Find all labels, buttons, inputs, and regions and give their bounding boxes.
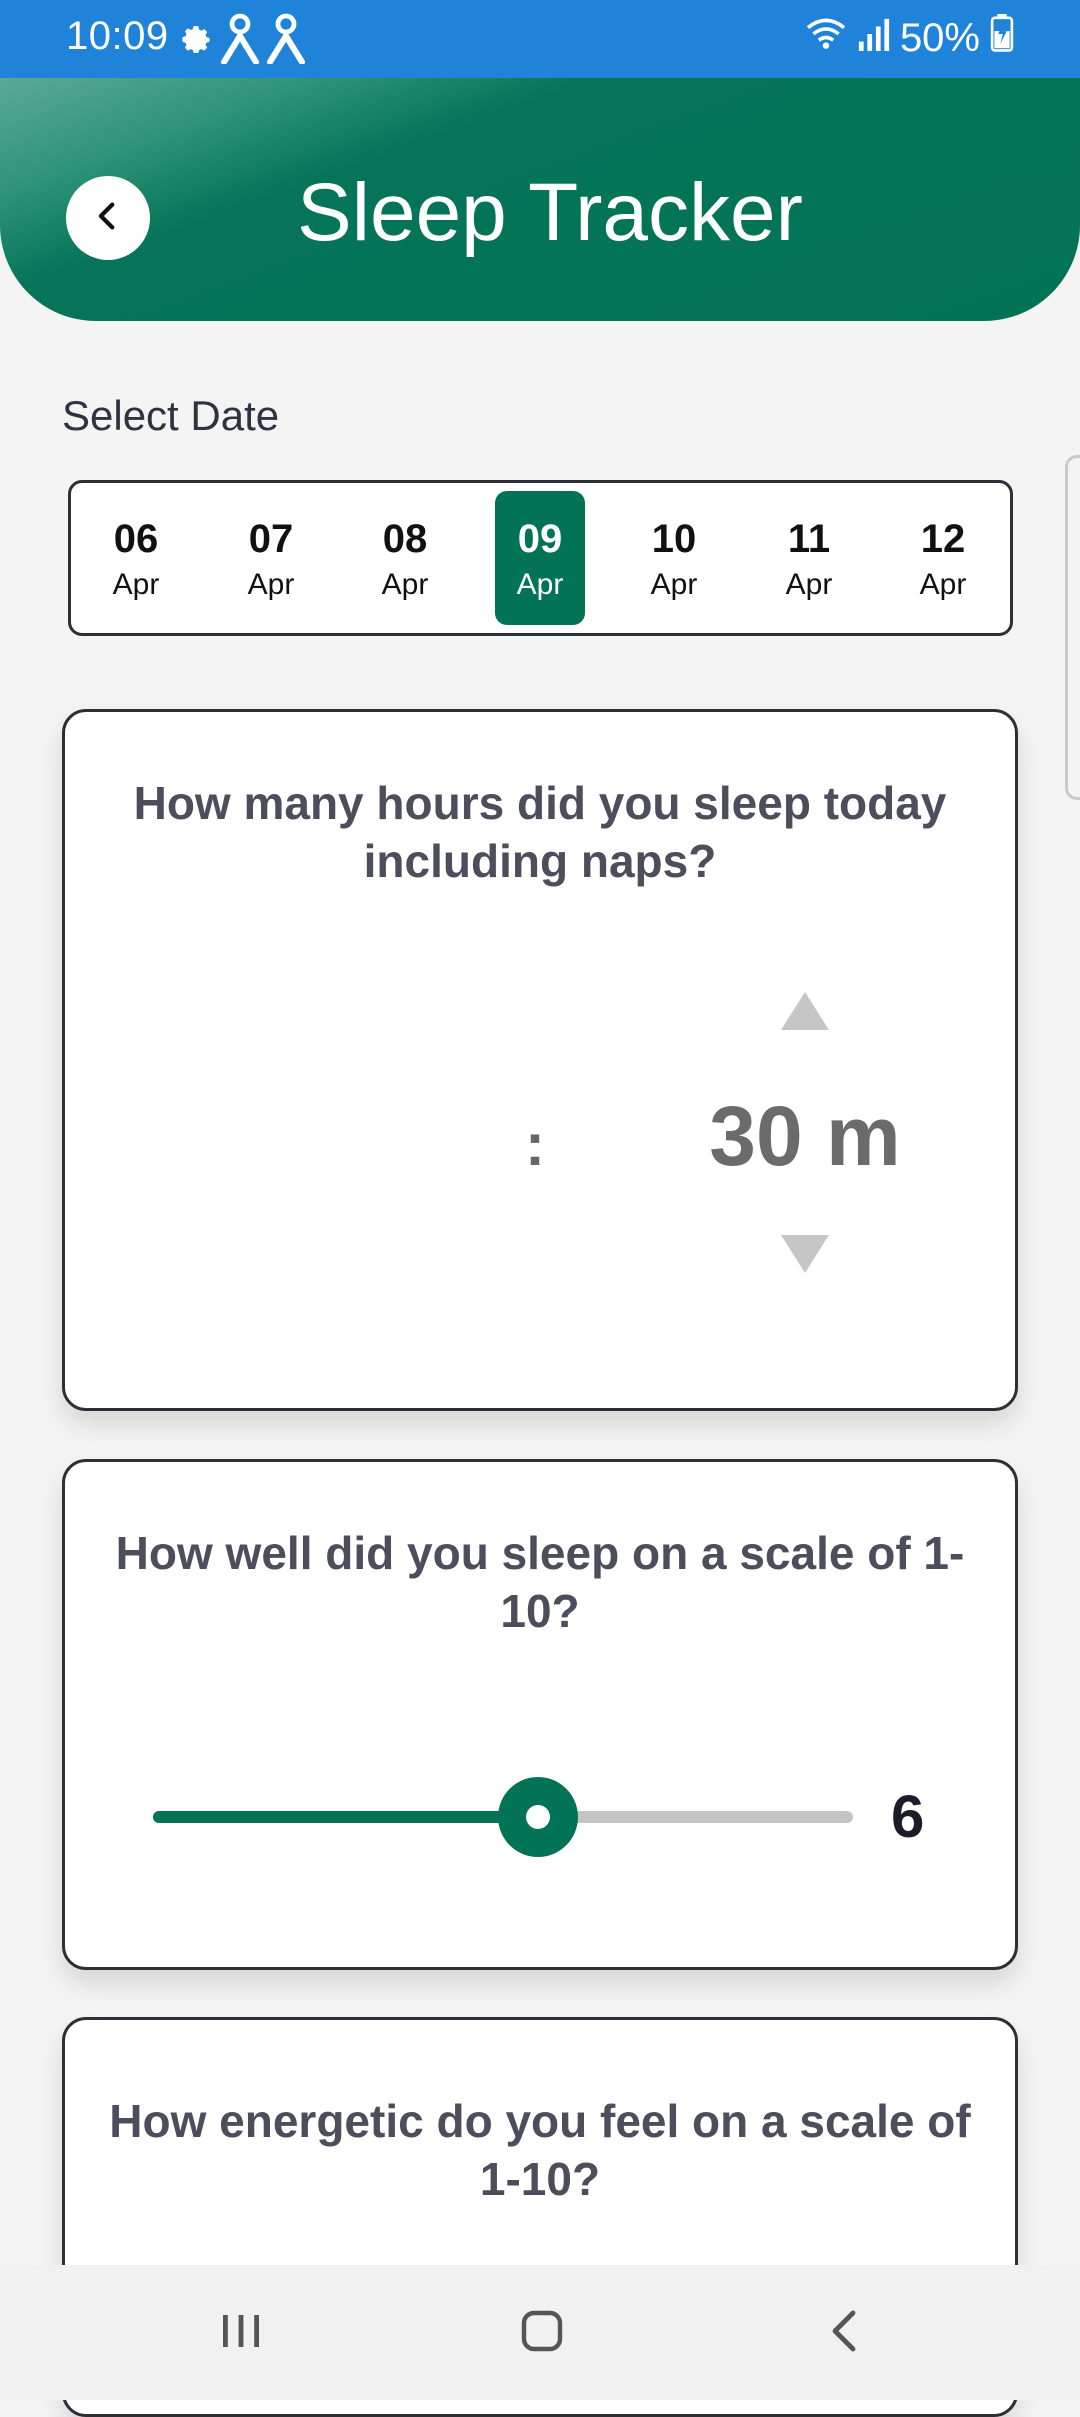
- signal-icon: [858, 16, 890, 61]
- app-header: Sleep Tracker: [0, 78, 1080, 321]
- date-item-07[interactable]: 07 Apr: [226, 491, 316, 625]
- gear-icon: [178, 20, 214, 61]
- date-month: Apr: [785, 568, 833, 601]
- battery-text: 50%: [899, 15, 980, 60]
- sleep-quality-value: 6: [891, 1783, 925, 1850]
- date-day: 12: [920, 517, 966, 561]
- side-panel-edge[interactable]: [1065, 455, 1080, 800]
- status-left-icons: [178, 12, 306, 69]
- date-month: Apr: [516, 568, 564, 601]
- date-month: Apr: [650, 568, 698, 601]
- page-title: Sleep Tracker: [297, 167, 803, 258]
- date-item-12[interactable]: 12 Apr: [898, 491, 988, 625]
- sleep-quality-slider[interactable]: [153, 1777, 853, 1857]
- date-day: 10: [651, 517, 697, 561]
- minutes-value[interactable]: 30 m: [685, 1088, 925, 1185]
- date-day: 07: [248, 517, 294, 561]
- recent-apps-icon: [219, 2309, 263, 2358]
- date-item-09-selected[interactable]: 09 Apr: [495, 491, 585, 625]
- navigation-bar: [0, 2265, 1080, 2400]
- date-month: Apr: [112, 568, 160, 601]
- select-date-label: Select Date: [62, 392, 280, 439]
- back-icon: [825, 2307, 865, 2360]
- sleep-hours-question: How many hours did you sleep today inclu…: [133, 777, 947, 887]
- minutes-decrease-icon[interactable]: [781, 1235, 829, 1273]
- person-icon: [220, 12, 260, 69]
- date-month: Apr: [919, 568, 967, 601]
- date-strip: 06 Apr 07 Apr 08 Apr 09 Apr 10 Apr 11 Ap…: [68, 480, 1013, 636]
- home-button[interactable]: [497, 2295, 587, 2371]
- date-day: 11: [787, 517, 831, 561]
- sleep-hours-card: How many hours did you sleep today inclu…: [62, 709, 1018, 1411]
- sleep-quality-card: How well did you sleep on a scale of 1-1…: [62, 1459, 1018, 1970]
- minutes-increase-icon[interactable]: [781, 992, 829, 1030]
- slider-thumb[interactable]: [498, 1777, 578, 1857]
- date-day: 08: [382, 517, 428, 561]
- time-separator: :: [525, 1111, 545, 1178]
- battery-charging-icon: [990, 14, 1014, 62]
- status-time: 10:09: [66, 14, 169, 58]
- date-month: Apr: [247, 568, 295, 601]
- date-month: Apr: [381, 568, 429, 601]
- date-item-06[interactable]: 06 Apr: [91, 491, 181, 625]
- person-icon: [266, 12, 306, 69]
- sleep-quality-question: How well did you sleep on a scale of 1-1…: [115, 1527, 965, 1637]
- wifi-icon: [804, 15, 848, 61]
- date-item-11[interactable]: 11 Apr: [764, 491, 854, 625]
- slider-fill: [153, 1811, 538, 1823]
- date-day: 06: [113, 517, 159, 561]
- recent-apps-button[interactable]: [196, 2295, 286, 2371]
- back-nav-button[interactable]: [800, 2295, 890, 2371]
- status-bar: 10:09 50%: [0, 0, 1080, 78]
- status-right: 50%: [804, 14, 1014, 62]
- date-item-10[interactable]: 10 Apr: [629, 491, 719, 625]
- minutes-picker[interactable]: 30 m: [685, 992, 925, 1292]
- home-icon: [518, 2307, 566, 2360]
- date-day: 09: [517, 517, 563, 561]
- energy-question: How energetic do you feel on a scale of …: [109, 2095, 971, 2205]
- date-item-08[interactable]: 08 Apr: [360, 491, 450, 625]
